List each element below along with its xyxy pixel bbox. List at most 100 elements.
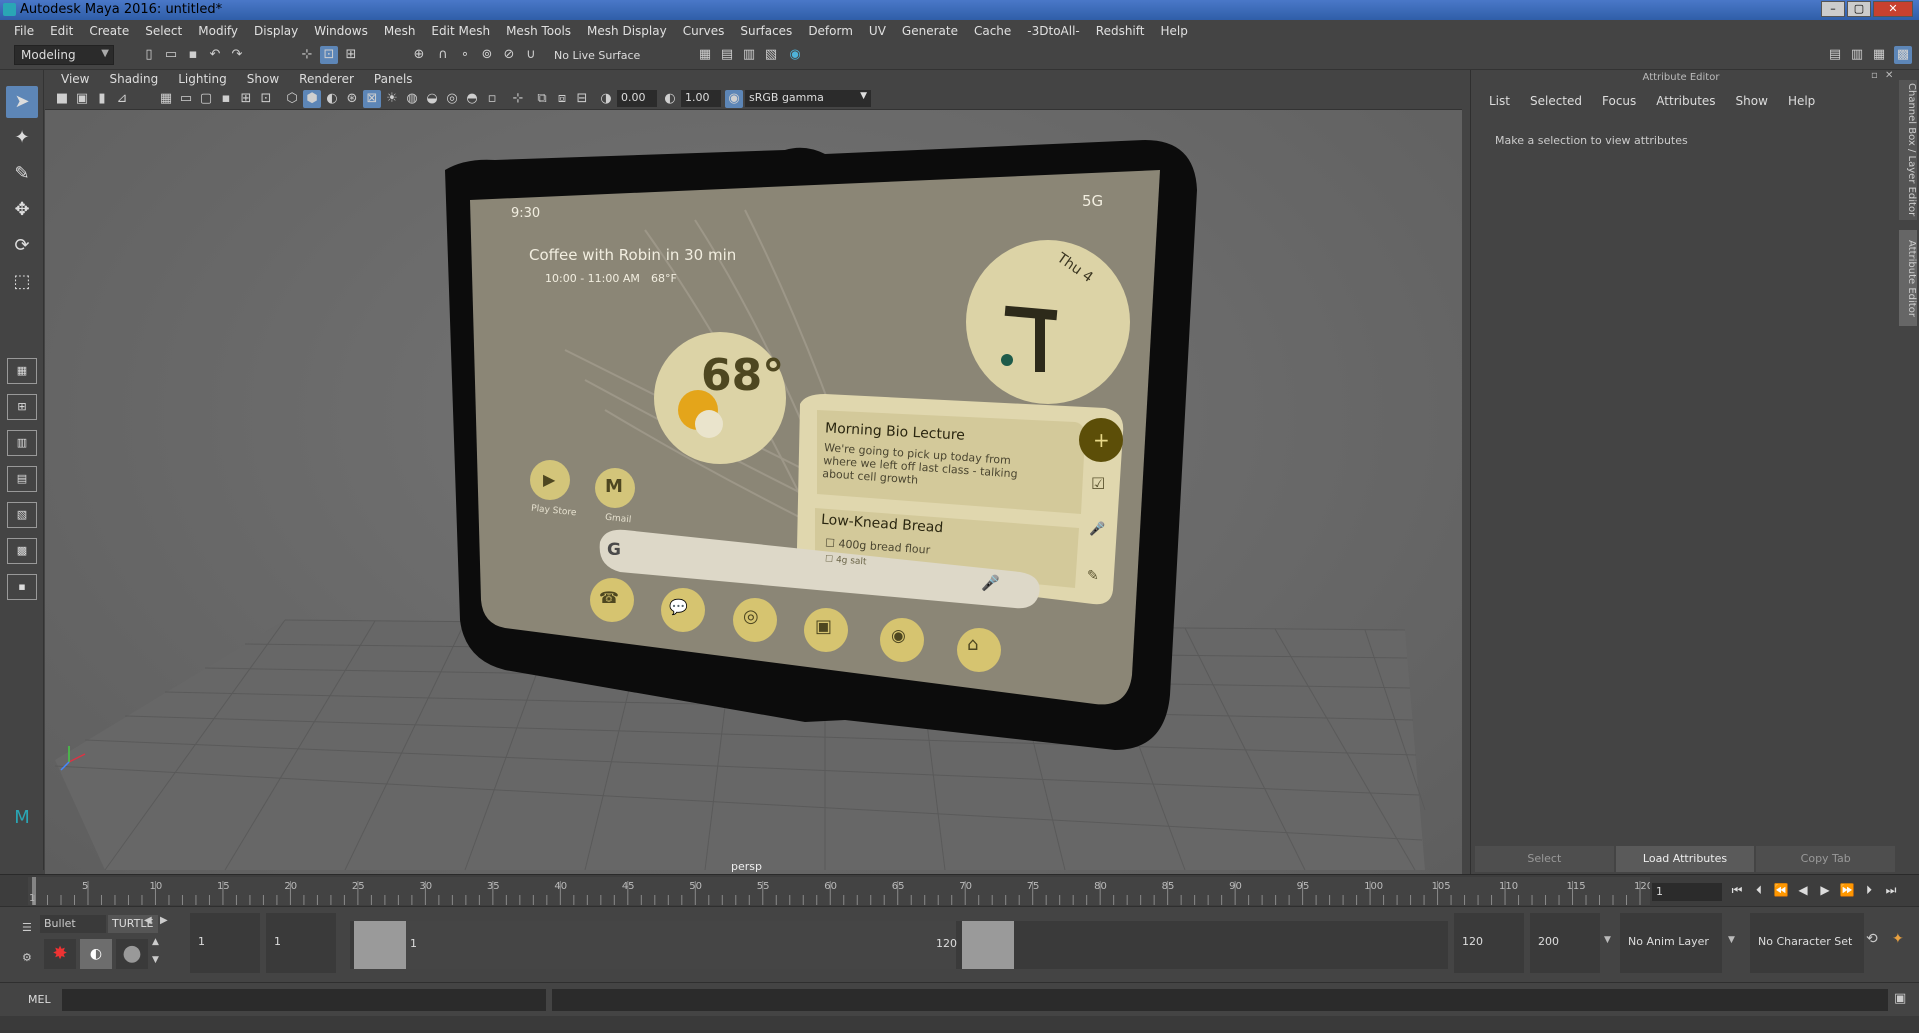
save-scene-icon[interactable]: ▪ bbox=[184, 46, 202, 64]
step-forward-key-icon[interactable]: ⏩ bbox=[1838, 881, 1856, 899]
undo-icon[interactable]: ↶ bbox=[206, 46, 224, 64]
menu-set-dropdown[interactable]: Modeling ▼ bbox=[14, 45, 114, 65]
render-view-icon[interactable]: ▤ bbox=[718, 46, 736, 64]
menu-edit[interactable]: Edit bbox=[42, 24, 81, 38]
snap-grid-icon[interactable]: ⊕ bbox=[410, 46, 428, 64]
redo-icon[interactable]: ↷ bbox=[228, 46, 246, 64]
camera-select-icon[interactable]: ■ bbox=[53, 90, 71, 108]
shelf-menu-icon[interactable]: ☰ bbox=[22, 921, 32, 934]
ae-menu-help[interactable]: Help bbox=[1778, 94, 1825, 108]
select-component-icon[interactable]: ⊞ bbox=[342, 46, 360, 64]
animation-end-field[interactable]: 200 bbox=[1530, 913, 1600, 973]
step-forward-frame-icon[interactable]: ⏵ bbox=[1860, 881, 1878, 899]
menu-edit-mesh[interactable]: Edit Mesh bbox=[423, 24, 498, 38]
shelf-scroll-down-icon[interactable]: ▼ bbox=[152, 955, 159, 965]
maximize-button[interactable]: ▢ bbox=[1847, 1, 1871, 17]
menu-uv[interactable]: UV bbox=[861, 24, 894, 38]
live-surface-label[interactable]: No Live Surface bbox=[554, 49, 640, 62]
ae-menu-list[interactable]: List bbox=[1479, 94, 1520, 108]
range-end-handle[interactable] bbox=[962, 921, 1014, 969]
time-slider[interactable]: 1510152025303540455055606570758085909510… bbox=[0, 874, 1919, 906]
vp-menu-show[interactable]: Show bbox=[237, 72, 289, 86]
resolution-gate-icon[interactable]: ▢ bbox=[197, 90, 215, 108]
camera-lock-icon[interactable]: ▣ bbox=[73, 90, 91, 108]
snap-curve-icon[interactable]: ∩ bbox=[434, 46, 452, 64]
shadows-icon[interactable]: ☀ bbox=[383, 90, 401, 108]
snap-surface-icon[interactable]: ⊘ bbox=[500, 46, 518, 64]
command-input[interactable] bbox=[62, 989, 546, 1011]
menu-deform[interactable]: Deform bbox=[800, 24, 861, 38]
wireframe-icon[interactable]: ⬡ bbox=[283, 90, 301, 108]
smooth-shade-icon[interactable]: ⬢ bbox=[303, 90, 321, 108]
open-scene-icon[interactable]: ▭ bbox=[162, 46, 180, 64]
rotate-tool-icon[interactable]: ⟳ bbox=[6, 230, 38, 262]
menu-surfaces[interactable]: Surfaces bbox=[732, 24, 800, 38]
anti-aliasing-icon[interactable]: ⧉ bbox=[533, 90, 551, 108]
vp-menu-panels[interactable]: Panels bbox=[364, 72, 423, 86]
turtle-bake-icon[interactable]: ◐ bbox=[80, 939, 112, 969]
snap-point-icon[interactable]: ∘ bbox=[456, 46, 474, 64]
shelf-settings-icon[interactable]: ⚙ bbox=[22, 951, 32, 964]
gamma-icon[interactable]: ◐ bbox=[661, 90, 679, 108]
menu-mesh[interactable]: Mesh bbox=[376, 24, 424, 38]
viewport-scene[interactable]: 9:30 5G Coffee with Robin in 30 min 10:0… bbox=[45, 110, 1462, 874]
vp-menu-renderer[interactable]: Renderer bbox=[289, 72, 364, 86]
vp-menu-shading[interactable]: Shading bbox=[99, 72, 168, 86]
viewport-panel[interactable]: View Shading Lighting Show Renderer Pane… bbox=[45, 70, 1462, 874]
menu-file[interactable]: File bbox=[6, 24, 42, 38]
command-language-label[interactable]: MEL bbox=[28, 993, 51, 1006]
scale-tool-icon[interactable]: ⬚ bbox=[6, 266, 38, 298]
tool-settings-icon[interactable]: ▦ bbox=[1870, 46, 1888, 64]
hypershade-icon[interactable]: ◉ bbox=[786, 46, 804, 64]
persp-outliner-layout-icon[interactable]: ▥ bbox=[7, 430, 37, 456]
character-set-dropdown[interactable]: No Character Set bbox=[1750, 913, 1864, 973]
menu-3dtoall[interactable]: -3DtoAll- bbox=[1019, 24, 1087, 38]
gate-mask-icon[interactable]: ▪ bbox=[217, 90, 235, 108]
exposure-icon[interactable]: ◑ bbox=[597, 90, 615, 108]
range-start-handle[interactable] bbox=[354, 921, 406, 969]
play-forward-icon[interactable]: ▶ bbox=[1816, 881, 1834, 899]
copy-tab-button[interactable]: Copy Tab bbox=[1756, 846, 1896, 872]
render-settings-icon[interactable]: ▦ bbox=[696, 46, 714, 64]
shelf-scroll-up-icon[interactable]: ▲ bbox=[152, 937, 159, 947]
single-perspective-layout-icon[interactable]: ▦ bbox=[7, 358, 37, 384]
persp-hypershade-layout-icon[interactable]: ▧ bbox=[7, 502, 37, 528]
outliner-layout-icon[interactable]: ▩ bbox=[7, 538, 37, 564]
snap-magnet-icon[interactable]: ∪ bbox=[522, 46, 540, 64]
render-frame-icon[interactable]: ▥ bbox=[740, 46, 758, 64]
four-view-layout-icon[interactable]: ⊞ bbox=[7, 394, 37, 420]
grid-icon[interactable]: ▦ bbox=[157, 90, 175, 108]
safe-action-icon[interactable]: ⊡ bbox=[257, 90, 275, 108]
exposure-field[interactable]: 0.00 bbox=[617, 90, 657, 107]
ae-menu-show[interactable]: Show bbox=[1726, 94, 1778, 108]
lasso-tool-icon[interactable]: ✦ bbox=[6, 122, 38, 154]
gamma-field[interactable]: 1.00 bbox=[681, 90, 721, 107]
step-back-frame-icon[interactable]: ⏴ bbox=[1750, 881, 1768, 899]
bookmark-icon[interactable]: ▮ bbox=[93, 90, 111, 108]
select-hierarchy-icon[interactable]: ⊹ bbox=[298, 46, 316, 64]
vp-menu-lighting[interactable]: Lighting bbox=[168, 72, 237, 86]
ae-menu-selected[interactable]: Selected bbox=[1520, 94, 1592, 108]
channel-box-icon[interactable]: ▩ bbox=[1894, 46, 1912, 64]
turtle-sphere-icon[interactable]: ● bbox=[116, 939, 148, 969]
snap-view-icon[interactable]: ⊚ bbox=[478, 46, 496, 64]
script-editor-icon[interactable]: ▣ bbox=[1894, 991, 1906, 1006]
use-all-lights-icon[interactable]: ⊠ bbox=[363, 90, 381, 108]
anim-layer-dropdown[interactable]: No Anim Layer bbox=[1620, 913, 1722, 973]
ae-menu-attributes[interactable]: Attributes bbox=[1646, 94, 1725, 108]
menu-mesh-display[interactable]: Mesh Display bbox=[579, 24, 675, 38]
shelf-scroll-right-icon[interactable]: ▶ bbox=[160, 915, 168, 926]
motion-blur-icon[interactable]: ⧈ bbox=[553, 90, 571, 108]
wireframe-on-shaded-icon[interactable]: ◐ bbox=[323, 90, 341, 108]
move-tool-icon[interactable]: ✥ bbox=[6, 194, 38, 226]
select-object-icon[interactable]: ⊡ bbox=[320, 46, 338, 64]
menu-display[interactable]: Display bbox=[246, 24, 306, 38]
menu-cache[interactable]: Cache bbox=[966, 24, 1019, 38]
image-plane-icon[interactable]: ⊿ bbox=[113, 90, 131, 108]
isolate-select-icon[interactable]: ◓ bbox=[463, 90, 481, 108]
ambient-occlusion-icon[interactable]: ◍ bbox=[403, 90, 421, 108]
close-button[interactable]: ✕ bbox=[1873, 1, 1913, 17]
animation-prefs-icon[interactable]: ✦ bbox=[1892, 931, 1904, 947]
play-backward-icon[interactable]: ◀ bbox=[1794, 881, 1812, 899]
menu-mesh-tools[interactable]: Mesh Tools bbox=[498, 24, 579, 38]
